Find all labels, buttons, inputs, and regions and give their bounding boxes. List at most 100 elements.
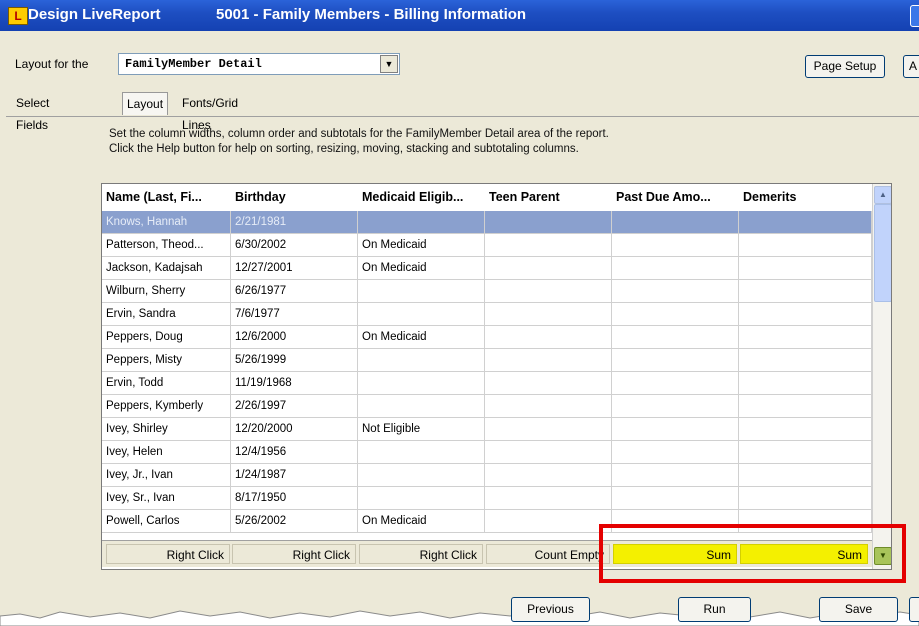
cell-medicaid: On Medicaid bbox=[358, 510, 485, 532]
cell-name: Peppers, Misty bbox=[102, 349, 231, 371]
instructions: Set the column widths, column order and … bbox=[109, 127, 609, 157]
table-row[interactable]: Ivey, Helen 12/4/1956 bbox=[102, 441, 872, 464]
cell-demerits bbox=[739, 303, 872, 325]
column-header-birthday[interactable]: Birthday bbox=[231, 184, 358, 211]
instruction-line: Set the column widths, column order and … bbox=[109, 128, 609, 140]
cell-name: Ervin, Todd bbox=[102, 372, 231, 394]
cell-birthday: 11/19/1968 bbox=[231, 372, 358, 394]
table-row[interactable]: Ivey, Jr., Ivan 1/24/1987 bbox=[102, 464, 872, 487]
cell-medicaid bbox=[358, 280, 485, 302]
layout-for-label: Layout for the bbox=[15, 57, 89, 71]
cell-medicaid bbox=[358, 395, 485, 417]
cell-name: Patterson, Theod... bbox=[102, 234, 231, 256]
table-row[interactable]: Peppers, Doug 12/6/2000 On Medicaid bbox=[102, 326, 872, 349]
cell-medicaid: Not Eligible bbox=[358, 418, 485, 440]
column-headers: Name (Last, Fi... Birthday Medicaid Elig… bbox=[102, 184, 872, 211]
cell-past-due bbox=[612, 234, 739, 256]
cell-demerits bbox=[739, 257, 872, 279]
subtotal-birthday[interactable]: Right Click bbox=[232, 544, 356, 564]
page-setup-button[interactable]: Page Setup bbox=[805, 55, 885, 78]
cell-name: Jackson, Kadajsah bbox=[102, 257, 231, 279]
cell-teen-parent bbox=[485, 464, 612, 486]
subtotal-medicaid[interactable]: Right Click bbox=[359, 544, 483, 564]
cell-past-due bbox=[612, 303, 739, 325]
table-row[interactable]: Knows, Hannah 2/21/1981 bbox=[102, 211, 872, 234]
cell-past-due bbox=[612, 372, 739, 394]
cell-demerits bbox=[739, 372, 872, 394]
design-livereport-window: L Design LiveReport 5001 - Family Member… bbox=[0, 0, 919, 626]
table-row[interactable]: Ivey, Shirley 12/20/2000 Not Eligible bbox=[102, 418, 872, 441]
cell-birthday: 12/6/2000 bbox=[231, 326, 358, 348]
cell-past-due bbox=[612, 487, 739, 509]
cell-teen-parent bbox=[485, 326, 612, 348]
cell-teen-parent bbox=[485, 395, 612, 417]
cell-medicaid bbox=[358, 487, 485, 509]
scroll-up-icon[interactable]: ▲ bbox=[874, 186, 891, 204]
table-row[interactable]: Ivey, Sr., Ivan 8/17/1950 bbox=[102, 487, 872, 510]
cell-teen-parent bbox=[485, 510, 612, 532]
cell-demerits bbox=[739, 234, 872, 256]
cell-birthday: 6/30/2002 bbox=[231, 234, 358, 256]
cell-teen-parent bbox=[485, 418, 612, 440]
cell-medicaid bbox=[358, 211, 485, 233]
cell-birthday: 7/6/1977 bbox=[231, 303, 358, 325]
table-row[interactable]: Peppers, Kymberly 2/26/1997 bbox=[102, 395, 872, 418]
cell-birthday: 5/26/2002 bbox=[231, 510, 358, 532]
cell-teen-parent bbox=[485, 211, 612, 233]
cell-teen-parent bbox=[485, 372, 612, 394]
tab-select-fields[interactable]: Select Fields bbox=[12, 92, 53, 132]
cell-medicaid bbox=[358, 303, 485, 325]
layout-dropdown-value: FamilyMember Detail bbox=[125, 57, 262, 71]
scroll-thumb[interactable] bbox=[874, 204, 891, 302]
advanced-button[interactable]: A bbox=[903, 55, 919, 78]
instruction-line: Click the Help button for help on sortin… bbox=[109, 143, 579, 155]
layout-selector-row: Layout for the FamilyMember Detail ▼ Pag… bbox=[0, 31, 919, 87]
cell-name: Ervin, Sandra bbox=[102, 303, 231, 325]
annotation-highlight-box bbox=[599, 524, 906, 583]
layout-dropdown[interactable]: FamilyMember Detail ▼ bbox=[118, 53, 400, 75]
cell-demerits bbox=[739, 418, 872, 440]
run-button[interactable]: Run bbox=[678, 597, 751, 622]
table-row[interactable]: Wilburn, Sherry 6/26/1977 bbox=[102, 280, 872, 303]
cell-past-due bbox=[612, 211, 739, 233]
table-row[interactable]: Ervin, Sandra 7/6/1977 bbox=[102, 303, 872, 326]
window-control-button[interactable] bbox=[910, 5, 919, 27]
cell-medicaid bbox=[358, 464, 485, 486]
table-row[interactable]: Ervin, Todd 11/19/1968 bbox=[102, 372, 872, 395]
table-row[interactable]: Jackson, Kadajsah 12/27/2001 On Medicaid bbox=[102, 257, 872, 280]
app-title: Design LiveReport bbox=[28, 6, 161, 23]
partial-button[interactable] bbox=[909, 597, 919, 622]
cell-birthday: 2/21/1981 bbox=[231, 211, 358, 233]
cell-demerits bbox=[739, 326, 872, 348]
cell-medicaid bbox=[358, 441, 485, 463]
column-header-past-due[interactable]: Past Due Amo... bbox=[612, 184, 739, 211]
cell-demerits bbox=[739, 280, 872, 302]
tab-layout[interactable]: Layout bbox=[122, 92, 169, 115]
torn-edge bbox=[0, 610, 919, 626]
subtotal-teen-parent[interactable]: Count Empty bbox=[486, 544, 610, 564]
cell-demerits bbox=[739, 464, 872, 486]
column-header-medicaid[interactable]: Medicaid Eligib... bbox=[358, 184, 485, 211]
cell-name: Ivey, Helen bbox=[102, 441, 231, 463]
cell-name: Powell, Carlos bbox=[102, 510, 231, 532]
previous-button[interactable]: Previous bbox=[511, 597, 590, 622]
cell-past-due bbox=[612, 349, 739, 371]
cell-teen-parent bbox=[485, 487, 612, 509]
table-row[interactable]: Patterson, Theod... 6/30/2002 On Medicaid bbox=[102, 234, 872, 257]
cell-demerits bbox=[739, 487, 872, 509]
chevron-down-icon[interactable]: ▼ bbox=[380, 55, 398, 73]
cell-birthday: 12/4/1956 bbox=[231, 441, 358, 463]
cell-demerits bbox=[739, 395, 872, 417]
save-button[interactable]: Save bbox=[819, 597, 898, 622]
subtotal-name[interactable]: Right Click bbox=[106, 544, 230, 564]
column-header-name[interactable]: Name (Last, Fi... bbox=[102, 184, 231, 211]
cell-teen-parent bbox=[485, 349, 612, 371]
cell-past-due bbox=[612, 418, 739, 440]
cell-demerits bbox=[739, 349, 872, 371]
column-header-demerits[interactable]: Demerits bbox=[739, 184, 872, 211]
column-layout-grid[interactable]: Name (Last, Fi... Birthday Medicaid Elig… bbox=[101, 183, 892, 570]
column-header-teen-parent[interactable]: Teen Parent bbox=[485, 184, 612, 211]
table-row[interactable]: Peppers, Misty 5/26/1999 bbox=[102, 349, 872, 372]
tab-fonts-grid-lines[interactable]: Fonts/Grid Lines bbox=[178, 92, 242, 132]
vertical-scrollbar[interactable]: ▲ ▼ bbox=[872, 184, 891, 569]
